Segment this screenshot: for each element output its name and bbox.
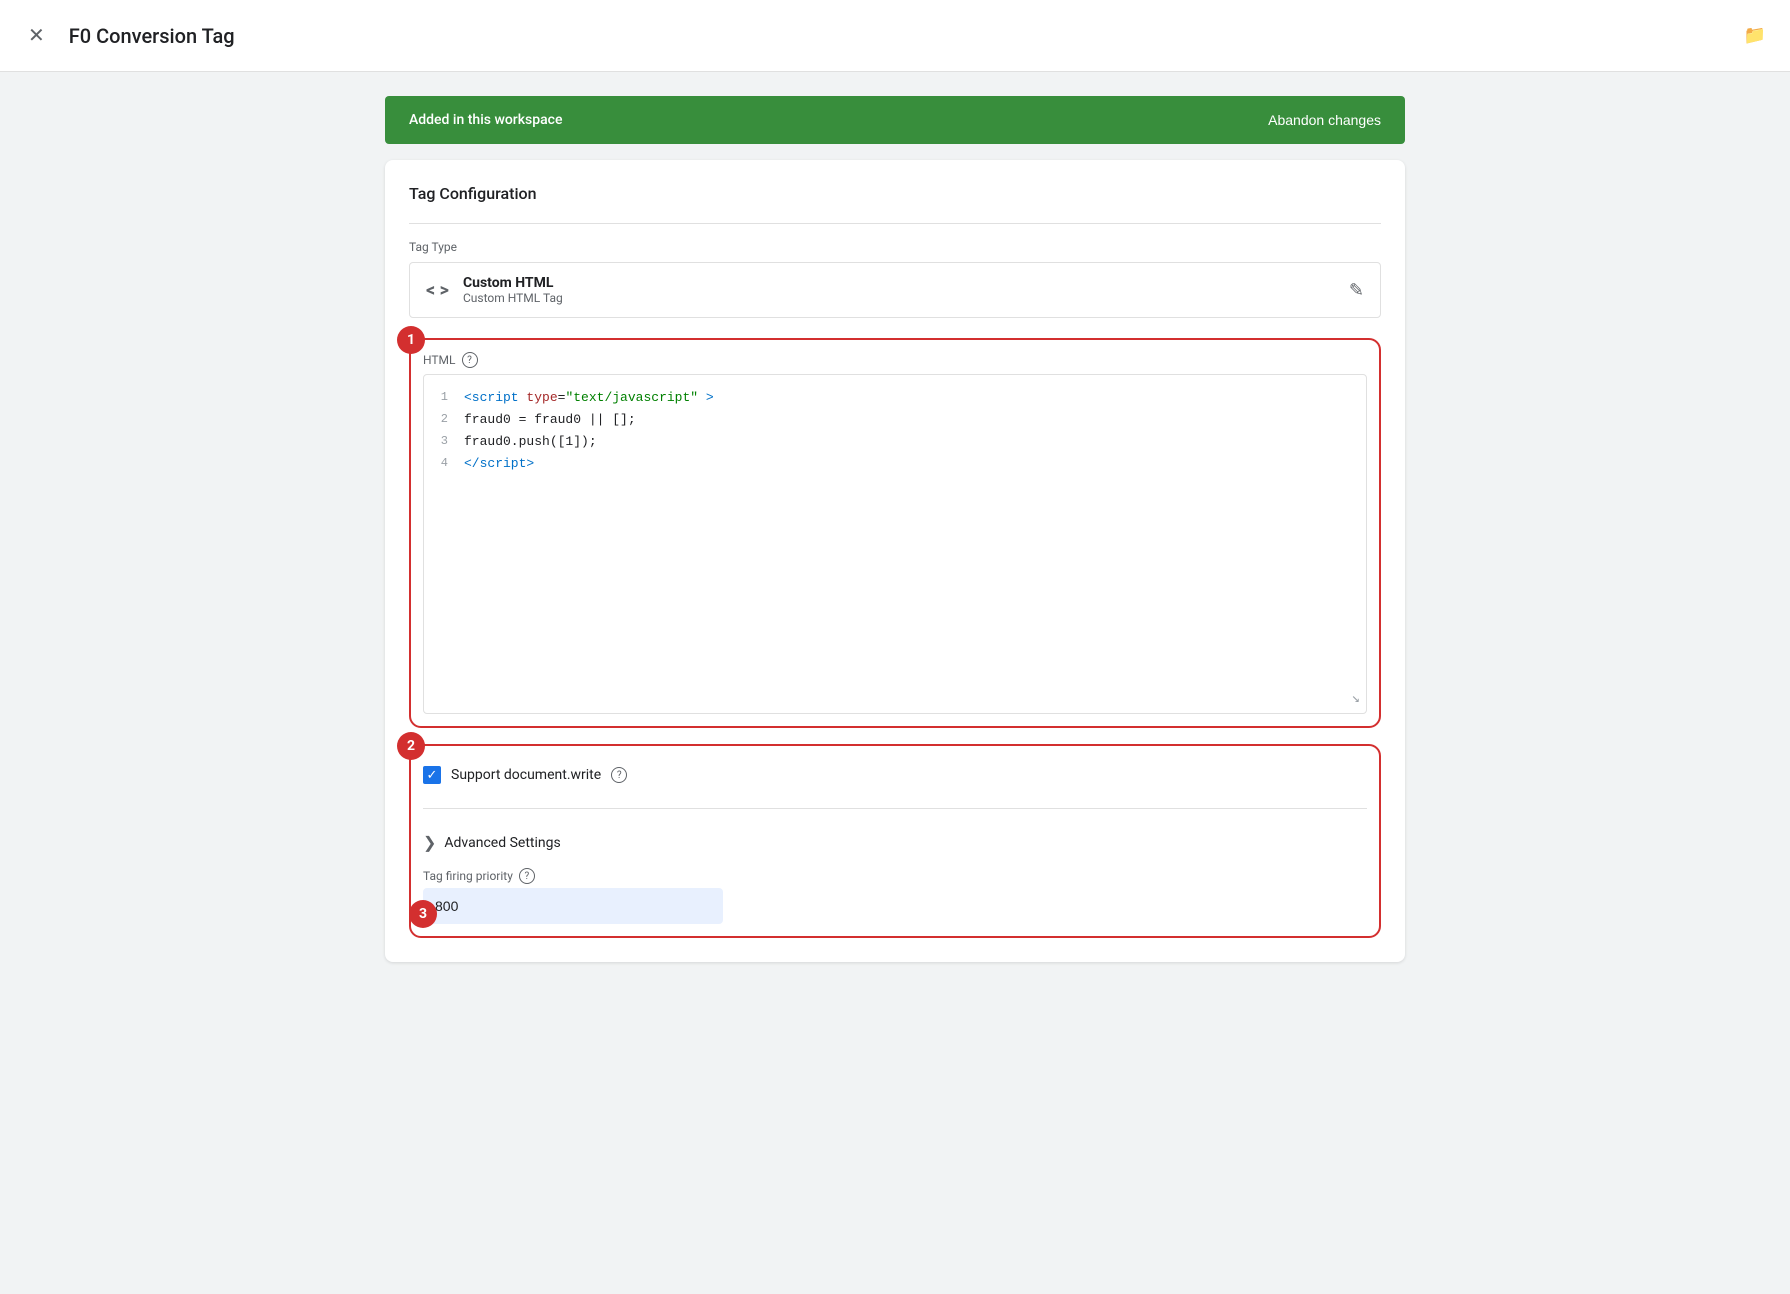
code-line-1: 1 <script type="text/javascript" > [432, 387, 1358, 409]
priority-help-icon[interactable]: ? [519, 868, 535, 884]
annotation-1: 1 [397, 326, 425, 354]
line-num-3: 3 [432, 431, 448, 453]
annotation-3: 3 [409, 900, 437, 928]
close-button[interactable]: ✕ [24, 19, 49, 52]
html-label-text: HTML [423, 353, 456, 367]
header: ✕ F0 Conversion Tag 📁 [0, 0, 1790, 72]
priority-field-wrapper: 3 [423, 888, 1367, 924]
code-line-2: 2 fraud0 = fraud0 || []; [432, 409, 1358, 431]
code-brackets-icon: < > [426, 280, 449, 301]
tag-type-sub: Custom HTML Tag [463, 291, 563, 305]
line-code-4: </script> [464, 453, 534, 475]
abandon-changes-button[interactable]: Abandon changes [1268, 112, 1381, 128]
chevron-down-icon: ❯ [423, 833, 436, 852]
main-content: Added in this workspace Abandon changes … [385, 72, 1405, 986]
status-banner: Added in this workspace Abandon changes [385, 96, 1405, 144]
tag-configuration-card: Tag Configuration Tag Type < > Custom HT… [385, 160, 1405, 962]
tag-type-info: Custom HTML Custom HTML Tag [463, 275, 563, 305]
line-code-1: <script type="text/javascript" > [464, 387, 714, 409]
html-editor-outlined: 1 HTML ? 1 <script type="text/javascript… [409, 338, 1381, 728]
bottom-settings-outlined: 2 ✓ Support document.write ? ❯ Advanced … [409, 744, 1381, 938]
code-line-4: 4 </script> [432, 453, 1358, 475]
line-code-2: fraud0 = fraud0 || []; [464, 409, 636, 431]
doc-write-help-icon[interactable]: ? [611, 767, 627, 783]
line-num-4: 4 [432, 453, 448, 475]
tag-firing-priority-label: Tag firing priority ? [423, 868, 1367, 884]
edit-icon[interactable]: ✎ [1349, 280, 1364, 301]
tag-type-row: < > Custom HTML Custom HTML Tag ✎ [409, 262, 1381, 318]
divider [409, 223, 1381, 224]
tag-type-left: < > Custom HTML Custom HTML Tag [426, 275, 563, 305]
tag-type-label: Tag Type [409, 240, 1381, 254]
tag-firing-priority-text: Tag firing priority [423, 869, 513, 883]
html-help-icon[interactable]: ? [462, 352, 478, 368]
advanced-settings-label: Advanced Settings [444, 835, 560, 851]
resize-handle[interactable]: ↘ [1352, 690, 1360, 707]
card-title: Tag Configuration [409, 184, 1381, 203]
tag-firing-priority-input[interactable] [423, 888, 723, 924]
code-editor[interactable]: 1 <script type="text/javascript" > 2 fra… [423, 374, 1367, 714]
code-line-3: 3 fraud0.push([1]); [432, 431, 1358, 453]
tag-type-name: Custom HTML [463, 275, 563, 291]
checkmark-icon: ✓ [427, 769, 438, 782]
line-num-2: 2 [432, 409, 448, 431]
line-num-1: 1 [432, 387, 448, 409]
divider-2 [423, 808, 1367, 809]
page-title: F0 Conversion Tag [69, 24, 1734, 48]
line-code-3: fraud0.push([1]); [464, 431, 597, 453]
html-editor-section: 1 HTML ? 1 <script type="text/javascript… [409, 338, 1381, 728]
annotation-2: 2 [397, 732, 425, 760]
support-doc-write-checkbox[interactable]: ✓ [423, 766, 441, 784]
html-label: HTML ? [423, 352, 1367, 368]
status-text: Added in this workspace [409, 112, 562, 128]
support-doc-write-row: ✓ Support document.write ? [423, 758, 1367, 792]
support-doc-write-label: Support document.write [451, 767, 601, 783]
bottom-settings-section: 2 ✓ Support document.write ? ❯ Advanced … [409, 744, 1381, 938]
folder-icon[interactable]: 📁 [1744, 25, 1766, 46]
advanced-settings-row[interactable]: ❯ Advanced Settings [423, 825, 1367, 860]
